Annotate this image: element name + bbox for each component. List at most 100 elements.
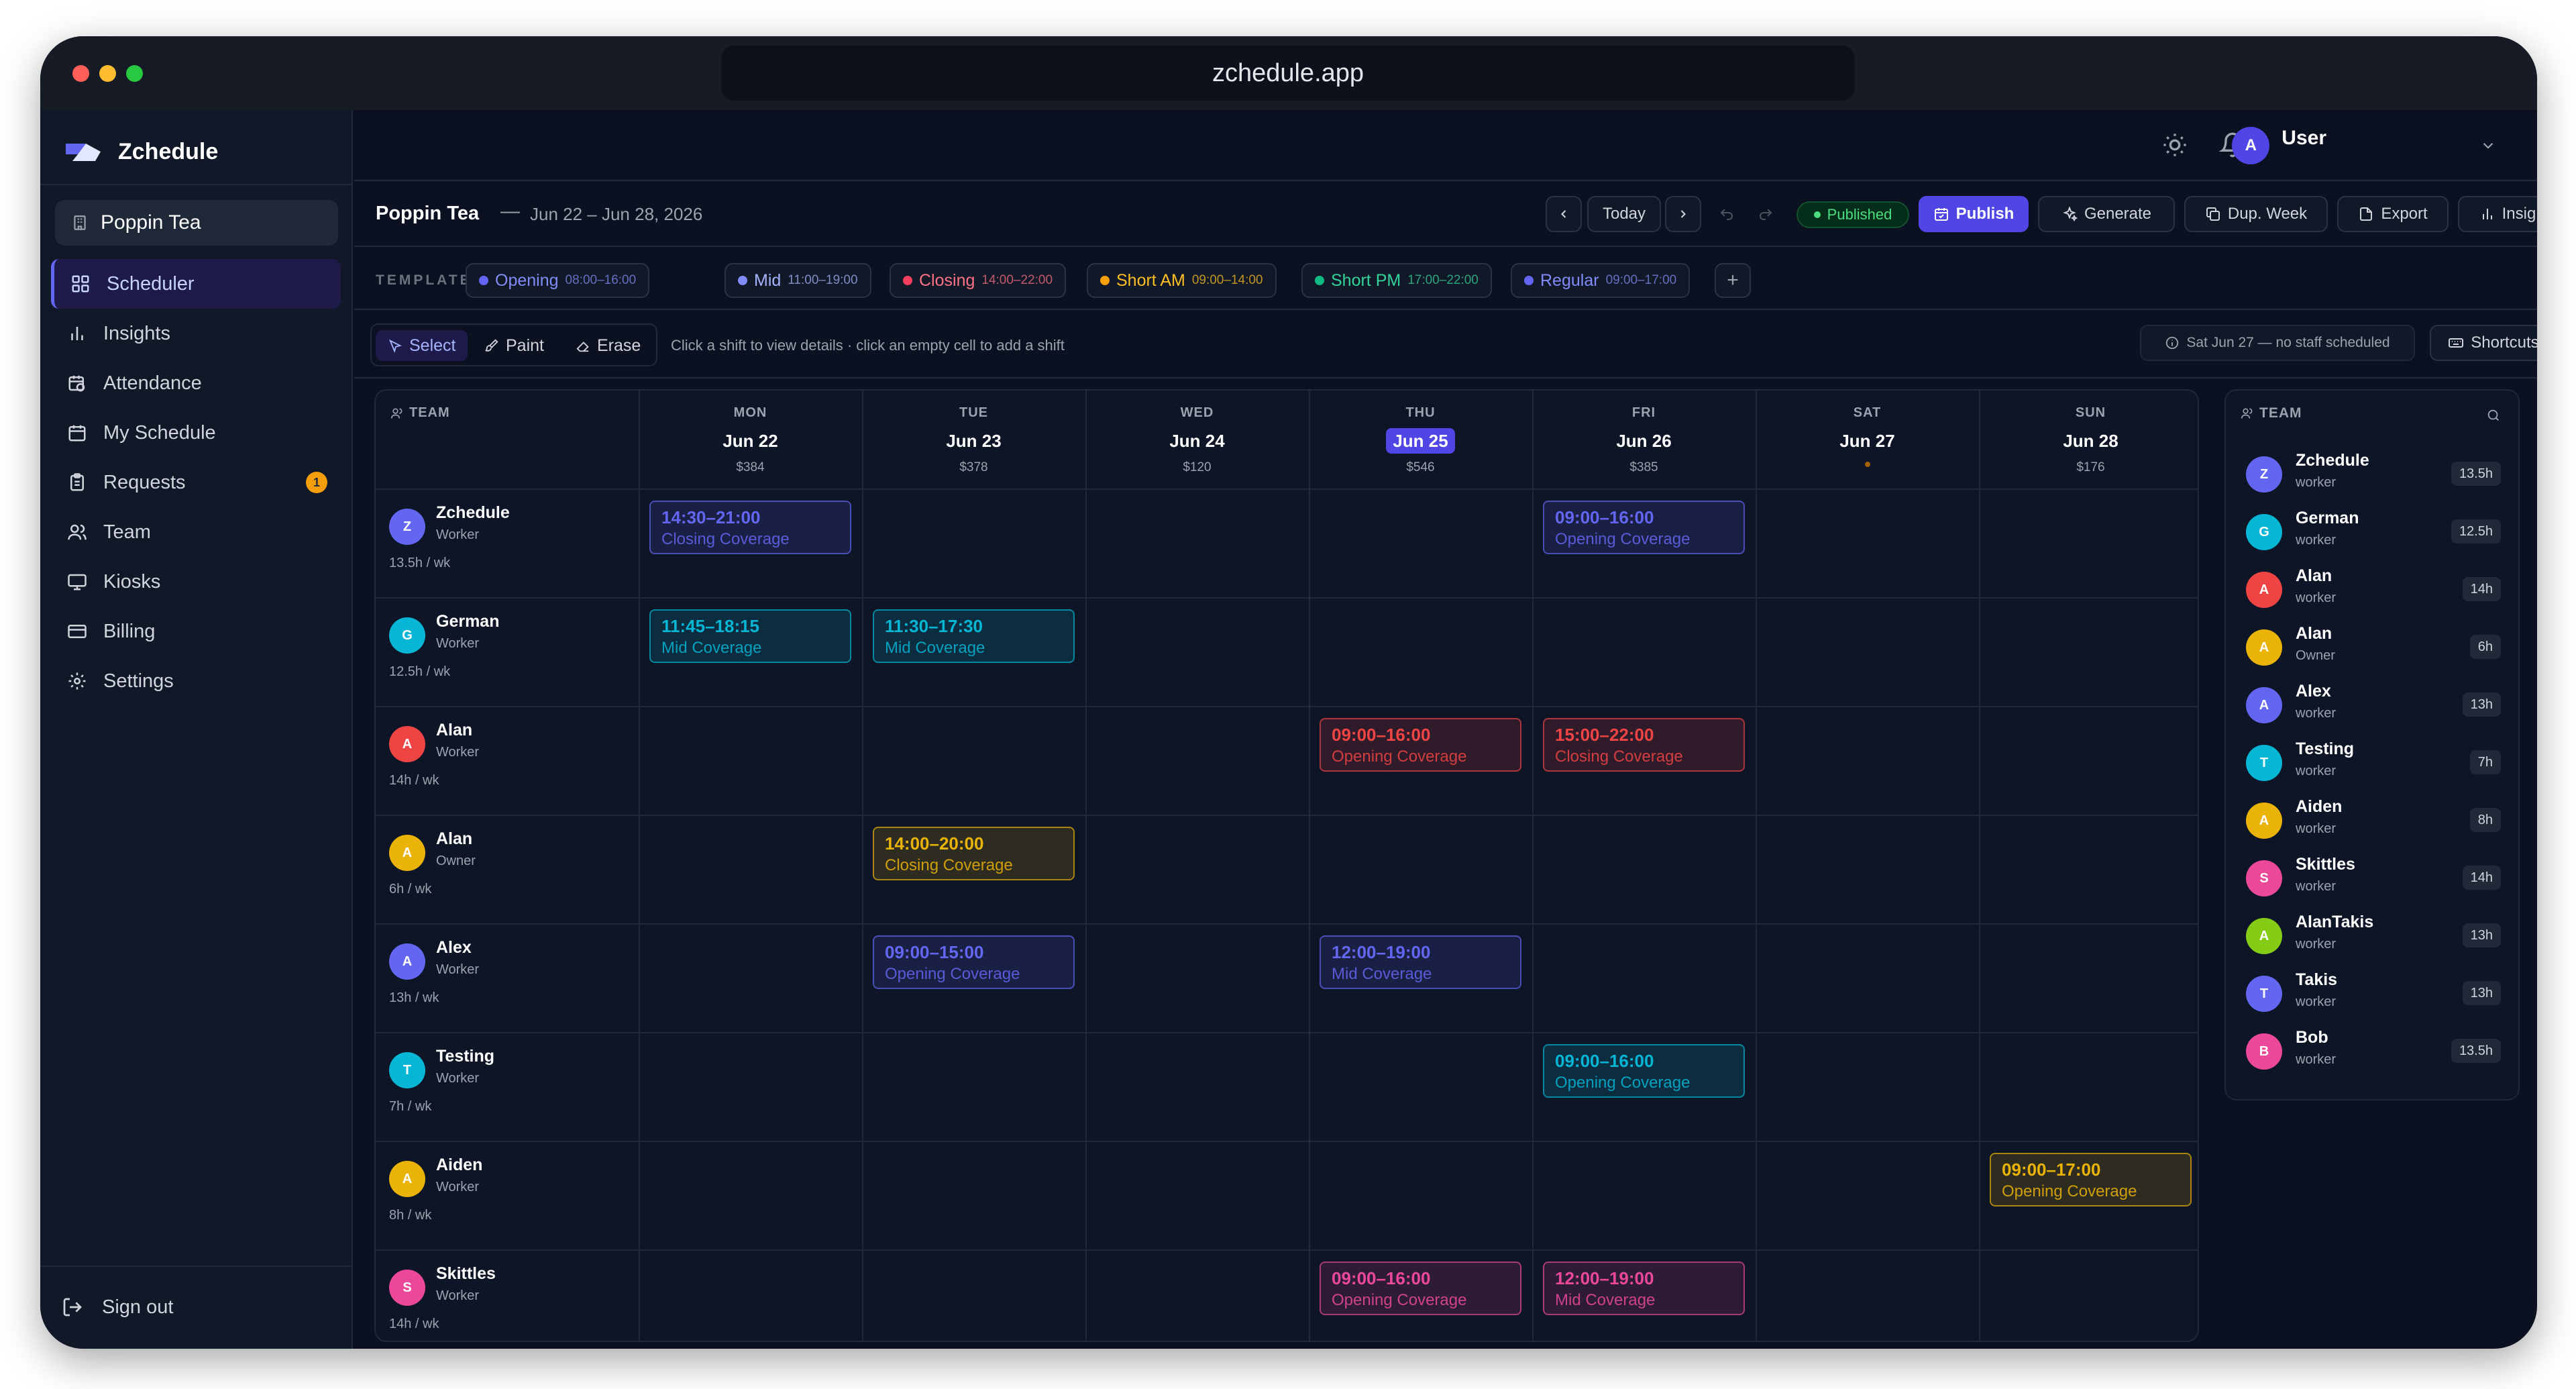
coverage-notice[interactable]: Sat Jun 27 — no staff scheduled [2140, 325, 2415, 361]
export-button[interactable]: Export [2337, 196, 2449, 232]
publish-button[interactable]: Publish [1919, 196, 2029, 232]
schedule-cell[interactable] [1309, 1033, 1532, 1141]
team-panel-member[interactable]: T Takis worker 13h [2246, 966, 2501, 1020]
sidebar-item-requests[interactable]: Requests 1 [51, 458, 341, 507]
schedule-cell[interactable] [862, 1142, 1085, 1249]
shift-block[interactable]: 14:30–21:00 Closing Coverage [649, 501, 851, 554]
sidebar-item-billing[interactable]: Billing [51, 607, 341, 656]
generate-button[interactable]: Generate [2038, 196, 2175, 232]
schedule-cell[interactable] [639, 925, 862, 1032]
template-mid[interactable]: Mid 11:00–19:00 [724, 263, 871, 298]
sidebar-item-settings[interactable]: Settings [51, 656, 341, 706]
schedule-cell[interactable] [1756, 490, 1979, 597]
schedule-cell[interactable] [1085, 925, 1309, 1032]
team-panel-member[interactable]: S Skittles worker 14h [2246, 851, 2501, 905]
schedule-cell[interactable] [1979, 1033, 2198, 1141]
team-panel-member[interactable]: T Testing worker 7h [2246, 735, 2501, 789]
schedule-cell[interactable] [1085, 1251, 1309, 1341]
schedule-cell[interactable] [1756, 816, 1979, 923]
schedule-cell[interactable] [1085, 490, 1309, 597]
schedule-cell[interactable] [1979, 1251, 2198, 1341]
shift-block[interactable]: 09:00–17:00 Opening Coverage [1990, 1153, 2192, 1206]
day-header[interactable]: MON Jun 22 $384 [639, 391, 862, 490]
sidebar-item-attendance[interactable]: Attendance [51, 358, 341, 408]
shift-block[interactable]: 12:00–19:00 Mid Coverage [1543, 1262, 1745, 1315]
schedule-cell[interactable] [1085, 816, 1309, 923]
day-header[interactable]: FRI Jun 26 $385 [1532, 391, 1756, 490]
template-short-am[interactable]: Short AM 09:00–14:00 [1087, 263, 1277, 298]
erase-tool-button[interactable]: Erase [564, 330, 653, 361]
schedule-cell[interactable] [1756, 925, 1979, 1032]
sidebar-item-insights[interactable]: Insights [51, 309, 341, 358]
team-panel-member[interactable]: A Alex worker 13h [2246, 678, 2501, 731]
schedule-cell[interactable] [1309, 490, 1532, 597]
schedule-cell[interactable] [639, 1142, 862, 1249]
template-short-pm[interactable]: Short PM 17:00–22:00 [1301, 263, 1492, 298]
shift-block[interactable]: 11:30–17:30 Mid Coverage [873, 609, 1075, 663]
shift-block[interactable]: 14:00–20:00 Closing Coverage [873, 827, 1075, 880]
redo-icon[interactable] [1758, 207, 1774, 223]
insights-button[interactable]: Insights [2458, 196, 2537, 232]
schedule-cell[interactable] [639, 707, 862, 815]
sidebar-item-my-schedule[interactable]: My Schedule [51, 408, 341, 458]
schedule-cell[interactable] [1979, 599, 2198, 706]
schedule-cell[interactable] [1756, 707, 1979, 815]
undo-icon[interactable] [1719, 207, 1735, 223]
team-panel-member[interactable]: A AlanTakis worker 13h [2246, 909, 2501, 962]
schedule-cell[interactable] [1979, 707, 2198, 815]
team-panel-member[interactable]: B Bob worker 13.5h [2246, 1024, 2501, 1078]
schedule-cell[interactable] [1532, 816, 1756, 923]
team-panel-member[interactable]: Z Zchedule worker 13.5h [2246, 447, 2501, 501]
schedule-cell[interactable] [1532, 599, 1756, 706]
schedule-cell[interactable] [639, 1251, 862, 1341]
shift-block[interactable]: 09:00–16:00 Opening Coverage [1543, 501, 1745, 554]
app-logo[interactable]: Zchedule [63, 125, 218, 178]
sidebar-item-scheduler[interactable]: Scheduler [51, 259, 341, 309]
schedule-cell[interactable] [1979, 490, 2198, 597]
schedule-cell[interactable] [1532, 1142, 1756, 1249]
template-opening[interactable]: Opening 08:00–16:00 [466, 263, 650, 298]
shift-block[interactable]: 09:00–16:00 Opening Coverage [1320, 1262, 1521, 1315]
signout-button[interactable]: Sign out [62, 1282, 173, 1333]
team-panel-member[interactable]: A Alan worker 14h [2246, 562, 2501, 616]
today-button[interactable]: Today [1587, 196, 1661, 232]
close-window-button[interactable] [72, 65, 89, 82]
schedule-cell[interactable] [1756, 1033, 1979, 1141]
schedule-cell[interactable] [1756, 1142, 1979, 1249]
schedule-cell[interactable] [862, 490, 1085, 597]
day-header[interactable]: SUN Jun 28 $176 [1979, 391, 2198, 490]
sidebar-item-team[interactable]: Team [51, 507, 341, 557]
sun-icon[interactable] [2161, 132, 2188, 158]
schedule-cell[interactable] [1979, 925, 2198, 1032]
team-panel-member[interactable]: A Alan Owner 6h [2246, 620, 2501, 674]
user-menu[interactable]: A User [2232, 122, 2497, 169]
paint-tool-button[interactable]: Paint [472, 330, 556, 361]
add-template-button[interactable]: + [1715, 263, 1751, 298]
day-header[interactable]: WED Jun 24 $120 [1085, 391, 1309, 490]
schedule-cell[interactable] [1979, 816, 2198, 923]
schedule-cell[interactable] [1085, 1033, 1309, 1141]
template-closing[interactable]: Closing 14:00–22:00 [890, 263, 1067, 298]
team-panel-member[interactable]: G German worker 12.5h [2246, 505, 2501, 558]
org-switcher[interactable]: Poppin Tea [55, 200, 338, 246]
schedule-cell[interactable] [1309, 816, 1532, 923]
shift-block[interactable]: 09:00–16:00 Opening Coverage [1543, 1044, 1745, 1098]
schedule-cell[interactable] [1085, 707, 1309, 815]
sidebar-item-kiosks[interactable]: Kiosks [51, 557, 341, 607]
shortcuts-button[interactable]: Shortcuts [2430, 325, 2537, 361]
url-bar[interactable]: zchedule.app [721, 46, 1855, 101]
shift-block[interactable]: 09:00–15:00 Opening Coverage [873, 935, 1075, 989]
schedule-cell[interactable] [862, 1033, 1085, 1141]
shift-block[interactable]: 15:00–22:00 Closing Coverage [1543, 718, 1745, 772]
day-header[interactable]: SAT Jun 27 [1756, 391, 1979, 490]
schedule-cell[interactable] [1085, 1142, 1309, 1249]
prev-week-button[interactable] [1546, 196, 1582, 232]
schedule-cell[interactable] [862, 1251, 1085, 1341]
duplicate-week-button[interactable]: Dup. Week [2184, 196, 2328, 232]
next-week-button[interactable] [1665, 196, 1701, 232]
schedule-cell[interactable] [639, 816, 862, 923]
maximize-window-button[interactable] [126, 65, 143, 82]
select-tool-button[interactable]: Select [376, 330, 468, 361]
schedule-cell[interactable] [862, 707, 1085, 815]
schedule-cell[interactable] [1756, 599, 1979, 706]
